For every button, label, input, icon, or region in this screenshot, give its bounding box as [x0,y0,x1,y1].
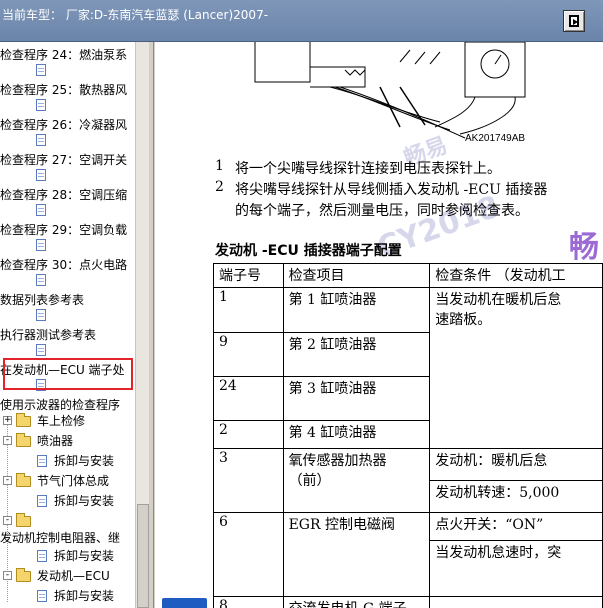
condition-cell: 当发动机在暖机后怠 速踏板。 [429,287,603,449]
document-icon[interactable] [36,274,46,286]
folder-icon [16,513,31,527]
tree-item-procedure-30[interactable]: 检查程序 30：点火电路 [0,257,127,273]
column-header: 检查条件 （发动机工 [429,263,603,288]
column-header: 检查项目 [282,263,431,288]
selection-highlight [3,358,133,390]
tree-item-procedure-26[interactable]: 检查程序 26：冷凝器风 [0,117,127,133]
document-icon[interactable] [36,204,46,216]
condition-cell: 点火开关：“ON” [429,512,603,541]
navigation-tree: 检查程序 24：燃油泵系 检查程序 25：散热器风 检查程序 26：冷凝器风 检… [0,42,135,608]
item-cell: 交流发电机 G 端子 [282,596,431,608]
ecu-terminal-table: 端子号 检查项目 检查条件 （发动机工 1 第 1 缸喷油器 当发动机在暖机后怠… [213,263,603,608]
collapse-toggle[interactable]: - [3,571,12,580]
pin-cell: 2 [213,420,284,449]
tree-item-oscilloscope[interactable]: 使用示波器的检查程序 [0,397,120,413]
item-cell: 第 3 缸喷油器 [282,376,431,421]
document-icon[interactable] [36,64,46,76]
collapse-toggle[interactable]: - [3,516,12,525]
document-icon[interactable] [36,99,46,111]
document-icon [37,550,47,562]
folder-icon [16,568,31,582]
collapse-toggle[interactable]: - [3,436,12,445]
exit-button[interactable] [563,10,585,32]
tree-item-procedure-27[interactable]: 检查程序 27：空调开关 [0,152,127,168]
wiring-diagram [254,42,526,139]
tree-folder-throttle-body[interactable]: 节气门体总成 [37,473,109,489]
pin-cell: 9 [213,332,284,377]
condition-cell: 当发动机怠速时，突 [429,540,603,597]
document-icon [37,590,47,602]
tree-item-actuator-test[interactable]: 执行器测试参考表 [0,327,96,343]
scrollbar-thumb[interactable] [137,504,149,608]
tree-folder-on-vehicle-service[interactable]: 车上检修 [37,413,85,429]
item-cell: 第 4 缸喷油器 [282,420,431,449]
document-icon[interactable] [36,309,46,321]
figure-id: AK201749AB [465,133,526,144]
document-icon [37,455,47,467]
tree-item-data-list[interactable]: 数据列表参考表 [0,292,84,308]
document-icon[interactable] [36,239,46,251]
tree-item-removal-installation[interactable]: 拆卸与安装 [54,453,114,469]
tree-item-procedure-28[interactable]: 检查程序 28：空调压缩 [0,187,127,203]
window-title: 当前车型： 厂家:D-东南汽车蓝瑟 (Lancer)2007- [2,8,269,22]
tree-item-removal-installation[interactable]: 拆卸与安装 [54,588,114,604]
title-bar: 当前车型： 厂家:D-东南汽车蓝瑟 (Lancer)2007- [0,0,603,42]
document-view: AK201749AB 畅易 CY2018 畅 1 将一个尖嘴导线探针连接到电压表… [155,42,603,608]
tree-folder-engine-ecu[interactable]: 发动机—ECU [37,568,110,584]
table-row: 3 氧传感器加热器 （前） 发动机：暖机后怠 [213,448,603,513]
watermark: 畅 [569,230,599,265]
tree-item-removal-installation[interactable]: 拆卸与安装 [54,548,114,564]
item-cell: 第 1 缸喷油器 [282,287,431,333]
condition-cell: 发动机：暖机后怠 [429,448,603,481]
section-title: 发动机 -ECU 插接器端子配置 [215,243,402,259]
document-icon[interactable] [36,344,46,356]
document-icon[interactable] [36,134,46,146]
item-cell: 氧传感器加热器 （前） [282,448,431,513]
document-icon[interactable] [36,169,46,181]
tree-item-procedure-25[interactable]: 检查程序 25：散热器风 [0,82,127,98]
document-icon [37,495,47,507]
column-header: 端子号 [213,263,284,288]
pane-splitter[interactable] [149,42,154,608]
pin-cell: 1 [213,287,284,333]
tree-item-procedure-24[interactable]: 检查程序 24：燃油泵系 [0,47,127,63]
table-row: 1 第 1 缸喷油器 当发动机在暖机后怠 速踏板。 [213,287,603,449]
pin-cell: 24 [213,376,284,421]
condition-cell [429,596,603,608]
page-button[interactable] [162,598,207,608]
item-cell: 第 2 缸喷油器 [282,332,431,377]
table-row: 8 交流发电机 G 端子 [213,596,603,608]
collapse-toggle[interactable]: - [3,476,12,485]
table-row: 6 EGR 控制电磁阀 点火开关：“ON” [213,512,603,597]
pin-cell: 8 [213,596,284,608]
tree-folder-injector[interactable]: 喷油器 [37,433,73,449]
tree-item-removal-installation[interactable]: 拆卸与安装 [54,493,114,509]
tree-item-procedure-29[interactable]: 检查程序 29：空调负载 [0,222,127,238]
exit-icon [569,15,579,27]
expand-toggle[interactable]: + [3,416,12,425]
item-cell: EGR 控制电磁阀 [282,512,431,597]
folder-icon [16,433,31,447]
pin-cell: 6 [213,512,284,597]
tree-scrollbar[interactable] [135,42,149,608]
table-header-row: 端子号 检查项目 检查条件 （发动机工 [213,263,603,288]
tree-folder-engine-control-resistor[interactable]: 发动机控制电阻器、继 [0,530,120,546]
folder-icon [16,473,31,487]
folder-icon [16,413,31,427]
pin-cell: 3 [213,448,284,513]
condition-cell: 发动机转速：5,000 [429,480,603,513]
